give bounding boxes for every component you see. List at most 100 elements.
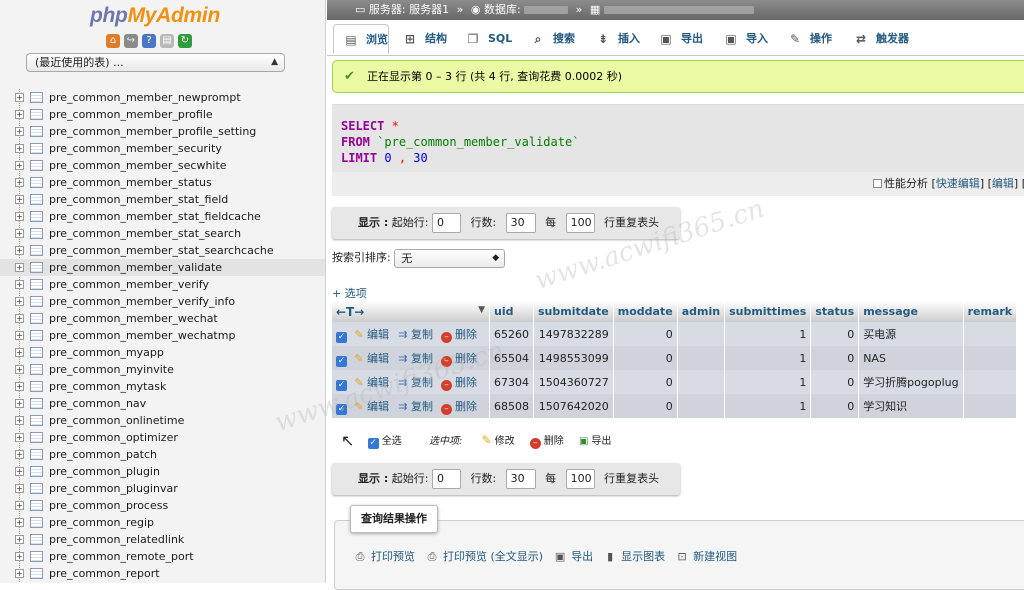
profiling-checkbox[interactable]: [873, 179, 883, 188]
sidebar-item-table[interactable]: + pre_common_myinvite: [0, 361, 325, 378]
sidebar-item-table[interactable]: + pre_common_onlinetime: [0, 412, 325, 429]
cell-uid[interactable]: 65504: [489, 346, 534, 370]
cell-admin[interactable]: [677, 370, 726, 394]
column-header-submittimes[interactable]: submittimes: [724, 301, 812, 322]
cell-submittimes[interactable]: 1: [724, 346, 812, 370]
expand-icon[interactable]: +: [15, 314, 24, 323]
row-edit-button[interactable]: ✎ 编辑: [353, 400, 389, 413]
row-delete-button[interactable]: – 删除: [441, 400, 477, 415]
cell-moddate[interactable]: 0: [613, 346, 678, 370]
expand-icon[interactable]: +: [15, 484, 24, 493]
expand-icon[interactable]: +: [15, 127, 24, 136]
cell-admin[interactable]: [677, 346, 726, 370]
expand-icon[interactable]: +: [15, 501, 24, 510]
sidebar-item-table[interactable]: + pre_common_member_profile: [0, 106, 325, 123]
cell-message[interactable]: 学习知识: [858, 394, 964, 418]
expand-icon[interactable]: +: [15, 467, 24, 476]
sidebar-item-table[interactable]: + pre_common_member_security: [0, 140, 325, 157]
sidebar-item-table[interactable]: + pre_common_member_status: [0, 174, 325, 191]
row-checkbox[interactable]: ✓: [336, 403, 347, 415]
sidebar-item-table[interactable]: + pre_common_member_stat_search: [0, 225, 325, 242]
bulk-edit-button[interactable]: ✎ 修改: [482, 433, 515, 447]
start-row-input[interactable]: 0: [431, 213, 461, 233]
result-op-3[interactable]: ▮ 显示图表: [603, 550, 665, 563]
sidebar-item-table[interactable]: + pre_common_myapp: [0, 344, 325, 361]
sidebar-item-table[interactable]: + pre_common_member_stat_fieldcache: [0, 208, 325, 225]
column-header-status[interactable]: status: [810, 301, 860, 322]
tab-2[interactable]: ❐ SQL: [456, 24, 518, 54]
expand-icon[interactable]: +: [15, 348, 24, 357]
cell-remark[interactable]: [963, 322, 1018, 346]
sidebar-item-table[interactable]: + pre_common_process: [0, 497, 325, 514]
result-op-4[interactable]: ⊡ 新建视图: [675, 550, 737, 563]
docs-icon[interactable]: ▤: [160, 34, 174, 48]
expand-icon[interactable]: +: [15, 229, 24, 238]
cell-status[interactable]: 0: [810, 394, 860, 418]
expand-icon[interactable]: +: [15, 280, 24, 289]
sidebar-item-table[interactable]: + pre_common_mytask: [0, 378, 325, 395]
expand-icon[interactable]: +: [15, 110, 24, 119]
sidebar-item-table[interactable]: + pre_common_plugin: [0, 463, 325, 480]
expand-icon[interactable]: +: [15, 552, 24, 561]
sidebar-item-table[interactable]: + pre_common_member_wechatmp: [0, 327, 325, 344]
row-delete-button[interactable]: – 删除: [441, 352, 477, 367]
sidebar-item-table[interactable]: + pre_common_member_stat_searchcache: [0, 242, 325, 259]
sidebar-item-table[interactable]: + pre_common_member_profile_setting: [0, 123, 325, 140]
expand-icon[interactable]: +: [15, 297, 24, 306]
sidebar-item-table[interactable]: + pre_common_patch: [0, 446, 325, 463]
cell-message[interactable]: 买电源: [858, 322, 964, 346]
sidebar-item-table[interactable]: + pre_common_member_secwhite: [0, 157, 325, 174]
row-checkbox[interactable]: ✓: [336, 379, 347, 391]
cell-submittimes[interactable]: 1: [724, 322, 812, 346]
row-delete-button[interactable]: – 删除: [441, 376, 477, 391]
tab-6[interactable]: ▣ 导入: [714, 24, 776, 54]
expand-icon[interactable]: +: [15, 195, 24, 204]
sidebar-item-table[interactable]: + pre_common_member_verify_info: [0, 293, 325, 310]
row-copy-button[interactable]: ⇉ 复制: [397, 376, 433, 389]
result-op-1[interactable]: ⎙ 打印预览 (全文显示): [425, 550, 544, 563]
expand-icon[interactable]: +: [15, 263, 24, 272]
column-header-remark[interactable]: remark: [963, 301, 1018, 322]
cell-status[interactable]: 0: [810, 370, 860, 394]
cell-message[interactable]: 学习折腾pogoplug: [858, 370, 964, 394]
sidebar-item-table[interactable]: + pre_common_remote_port: [0, 548, 325, 565]
cell-status[interactable]: 0: [810, 322, 860, 346]
sidebar-item-table[interactable]: + pre_common_regip: [0, 514, 325, 531]
sidebar-item-table[interactable]: + pre_common_pluginvar: [0, 480, 325, 497]
sidebar-item-table[interactable]: + pre_common_relatedlink: [0, 531, 325, 548]
expand-icon[interactable]: +: [15, 518, 24, 527]
phpmyadmin-logo[interactable]: phpMyAdmin: [0, 4, 310, 28]
check-all-checkbox[interactable]: ✓: [367, 438, 379, 449]
column-arrows-icon[interactable]: ←T→: [336, 305, 364, 319]
expand-icon[interactable]: +: [15, 535, 24, 544]
expand-icon[interactable]: +: [15, 93, 24, 102]
cell-submitdate[interactable]: 1504360727: [533, 370, 614, 394]
cell-message[interactable]: NAS: [858, 346, 964, 370]
row-checkbox[interactable]: ✓: [336, 355, 347, 367]
sidebar-item-table[interactable]: + pre_common_member_newprompt: [0, 89, 325, 106]
home-icon[interactable]: ⌂: [106, 34, 120, 48]
tab-5[interactable]: ▣ 导出: [649, 24, 711, 54]
bulk-export-button[interactable]: ▣ 导出: [579, 436, 611, 447]
expand-icon[interactable]: +: [15, 382, 24, 391]
expand-icon[interactable]: +: [15, 450, 24, 459]
cell-moddate[interactable]: 0: [613, 322, 678, 346]
sidebar-item-table[interactable]: + pre_common_member_stat_field: [0, 191, 325, 208]
result-op-2[interactable]: ▣ 导出: [553, 550, 593, 563]
cell-moddate[interactable]: 0: [613, 394, 678, 418]
cell-submittimes[interactable]: 1: [724, 394, 812, 418]
expand-icon[interactable]: +: [15, 331, 24, 340]
cell-submitdate[interactable]: 1498553099: [533, 346, 614, 370]
cell-submittimes[interactable]: 1: [724, 370, 812, 394]
reload-icon[interactable]: ↻: [178, 34, 192, 48]
tab-3[interactable]: ⌕ 搜索: [521, 24, 583, 54]
breadcrumb-database[interactable]: 数据库:: [484, 3, 521, 16]
edit-link[interactable]: 编辑: [992, 177, 1014, 190]
row-copy-button[interactable]: ⇉ 复制: [397, 328, 433, 341]
cell-uid[interactable]: 65260: [489, 322, 534, 346]
sidebar-item-table[interactable]: + pre_common_member_wechat: [0, 310, 325, 327]
bulk-delete-button[interactable]: – 删除: [529, 436, 564, 449]
row-delete-button[interactable]: – 删除: [441, 328, 477, 343]
expand-icon[interactable]: +: [15, 365, 24, 374]
cell-submitdate[interactable]: 1497832289: [533, 322, 614, 346]
